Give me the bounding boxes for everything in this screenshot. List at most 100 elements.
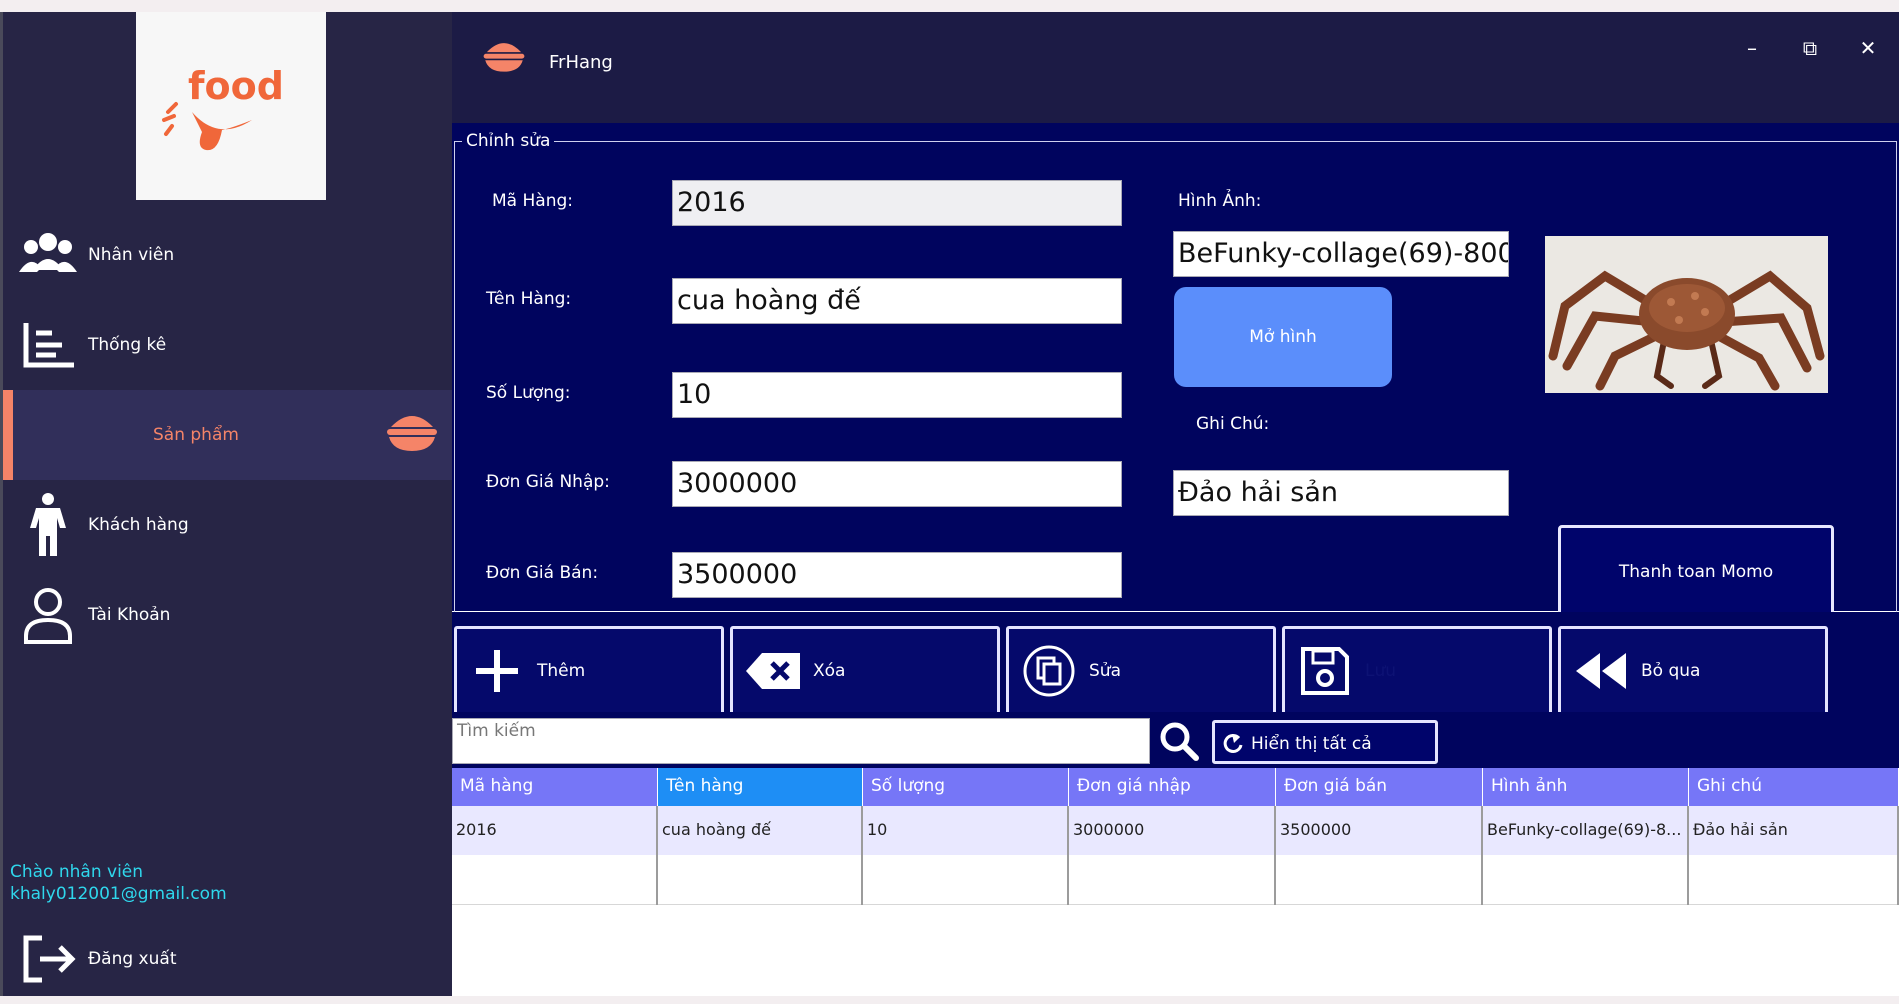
table-new-row[interactable] <box>452 855 1899 905</box>
ghi-chu-label: Ghi Chú: <box>1196 414 1270 434</box>
add-button[interactable]: Thêm <box>454 626 724 716</box>
don-gia-nhap-field[interactable]: 3000000 <box>672 461 1122 507</box>
table-cell[interactable]: 2016 <box>452 806 658 855</box>
rewind-icon <box>1571 641 1631 701</box>
floppy-icon <box>1295 641 1355 701</box>
skip-label: Bỏ qua <box>1641 661 1701 681</box>
table-row[interactable]: 2016 cua hoàng đế 10 3000000 3500000 BeF… <box>452 806 1899 855</box>
restore-icon: ⧉ <box>1802 36 1818 60</box>
minimize-button[interactable]: – <box>1732 28 1772 68</box>
sidebar-item-nhan-vien[interactable]: Nhân viên <box>3 210 455 300</box>
empty-cell[interactable] <box>452 855 658 905</box>
app-window: food Nhân viên Thống kê Sản phẩm Khách h… <box>0 12 1899 996</box>
don-gia-nhap-label: Đơn Giá Nhập: <box>486 472 610 492</box>
ghi-chu-field[interactable]: Đảo hải sản <box>1173 470 1509 516</box>
groupbox-title: Chỉnh sửa <box>462 131 555 151</box>
refresh-icon <box>1221 732 1243 759</box>
open-image-label: Mở hình <box>1249 327 1317 347</box>
empty-cell[interactable] <box>863 855 1069 905</box>
empty-cell[interactable] <box>1069 855 1276 905</box>
delete-button[interactable]: Xóa <box>730 626 1000 716</box>
logout-icon <box>17 928 79 990</box>
users-icon <box>17 224 79 286</box>
show-all-label: Hiển thị tất cả <box>1251 734 1372 754</box>
sidebar-item-khach-hang[interactable]: Khách hàng <box>3 480 455 570</box>
ma-hang-field[interactable]: 2016 <box>672 180 1122 226</box>
empty-cell[interactable] <box>1276 855 1483 905</box>
don-gia-ban-label: Đơn Giá Bán: <box>486 563 599 583</box>
table-cell[interactable]: Đảo hải sản <box>1689 806 1899 855</box>
don-gia-ban-field[interactable]: 3500000 <box>672 552 1122 598</box>
hinh-anh-label: Hình Ảnh: <box>1178 191 1262 211</box>
table-cell[interactable]: 3000000 <box>1069 806 1276 855</box>
search-row: Tìm kiếm Hiển thị tất cả <box>452 712 1899 768</box>
account-icon <box>17 584 79 646</box>
save-button[interactable]: Lưu <box>1282 626 1552 716</box>
edit-label: Sửa <box>1089 661 1121 681</box>
so-luong-field[interactable]: 10 <box>672 372 1122 418</box>
food-logo: food <box>136 12 326 200</box>
column-header[interactable]: Đơn giá nhập <box>1069 768 1276 806</box>
product-image <box>1545 236 1828 393</box>
momo-payment-button[interactable]: Thanh toan Momo <box>1558 525 1834 618</box>
product-table[interactable]: Mã hàng Tên hàng Số lượng Đơn giá nhập Đ… <box>452 768 1899 905</box>
sidebar-item-label: Tài Khoản <box>88 605 171 625</box>
backspace-icon <box>743 641 803 701</box>
sidebar-item-label: Khách hàng <box>88 515 189 535</box>
maximize-button[interactable]: ⧉ <box>1790 28 1830 68</box>
minimize-icon: – <box>1747 36 1757 60</box>
logout-button[interactable]: Đăng xuất <box>3 914 455 1004</box>
sidebar-item-label: Thống kê <box>88 335 167 355</box>
search-icon[interactable] <box>1158 720 1200 762</box>
delete-label: Xóa <box>813 661 846 681</box>
empty-cell[interactable] <box>658 855 863 905</box>
sidebar-item-san-pham[interactable]: Sản phẩm <box>3 390 455 480</box>
empty-cell[interactable] <box>1689 855 1899 905</box>
column-header[interactable]: Đơn giá bán <box>1276 768 1483 806</box>
edit-button[interactable]: Sửa <box>1006 626 1276 716</box>
close-icon: ✕ <box>1859 36 1877 60</box>
show-all-button[interactable]: Hiển thị tất cả <box>1212 720 1438 764</box>
column-header[interactable]: Hình ảnh <box>1483 768 1689 806</box>
table-cell[interactable]: BeFunky-collage(69)-8... <box>1483 806 1689 855</box>
sidebar-item-label: Nhân viên <box>88 245 175 265</box>
empty-cell[interactable] <box>1483 855 1689 905</box>
column-header[interactable]: Tên hàng <box>658 768 863 806</box>
plus-icon <box>467 641 527 701</box>
bowl-icon <box>385 411 439 459</box>
search-input[interactable]: Tìm kiếm <box>452 718 1150 764</box>
window-title: FrHang <box>549 52 613 73</box>
table-cell[interactable]: 3500000 <box>1276 806 1483 855</box>
momo-label: Thanh toan Momo <box>1618 561 1774 582</box>
sidebar: food Nhân viên Thống kê Sản phẩm Khách h… <box>0 12 455 996</box>
save-label: Lưu <box>1365 661 1397 681</box>
ten-hang-field[interactable]: cua hoàng đế <box>672 278 1122 324</box>
sidebar-item-thong-ke[interactable]: Thống kê <box>3 300 455 390</box>
bowl-icon <box>482 38 526 80</box>
user-email: khaly012001@gmail.com <box>10 884 227 904</box>
logout-label: Đăng xuất <box>88 949 177 969</box>
ma-hang-label: Mã Hàng: <box>492 191 573 211</box>
so-luong-label: Số Lượng: <box>486 383 571 403</box>
hinh-anh-field[interactable]: BeFunky-collage(69)-800x45 <box>1173 231 1509 277</box>
edit-panel: Chỉnh sửa Mã Hàng: 2016 Tên Hàng: cua ho… <box>452 123 1899 623</box>
add-label: Thêm <box>537 661 586 681</box>
skip-button[interactable]: Bỏ qua <box>1558 626 1828 716</box>
column-header[interactable]: Ghi chú <box>1689 768 1899 806</box>
open-image-button[interactable]: Mở hình <box>1174 287 1392 387</box>
greeting-text: Chào nhân viên <box>10 862 144 882</box>
table-cell[interactable]: cua hoàng đế <box>658 806 863 855</box>
action-bar: Thêm Xóa Sửa Lưu Bỏ qua <box>452 612 1899 716</box>
logo-text: food <box>188 64 284 108</box>
ten-hang-label: Tên Hàng: <box>486 289 572 309</box>
close-button[interactable]: ✕ <box>1848 28 1888 68</box>
sidebar-item-label: Sản phẩm <box>153 425 239 445</box>
main-area: FrHang – ⧉ ✕ Chỉnh sửa Mã Hàng: 2016 Tên… <box>452 12 1899 996</box>
copy-icon <box>1019 641 1079 701</box>
column-header[interactable]: Số lượng <box>863 768 1069 806</box>
sidebar-item-tai-khoan[interactable]: Tài Khoản <box>3 570 455 660</box>
column-header[interactable]: Mã hàng <box>452 768 658 806</box>
person-icon <box>17 493 79 556</box>
chart-icon <box>17 314 79 376</box>
table-cell[interactable]: 10 <box>863 806 1069 855</box>
